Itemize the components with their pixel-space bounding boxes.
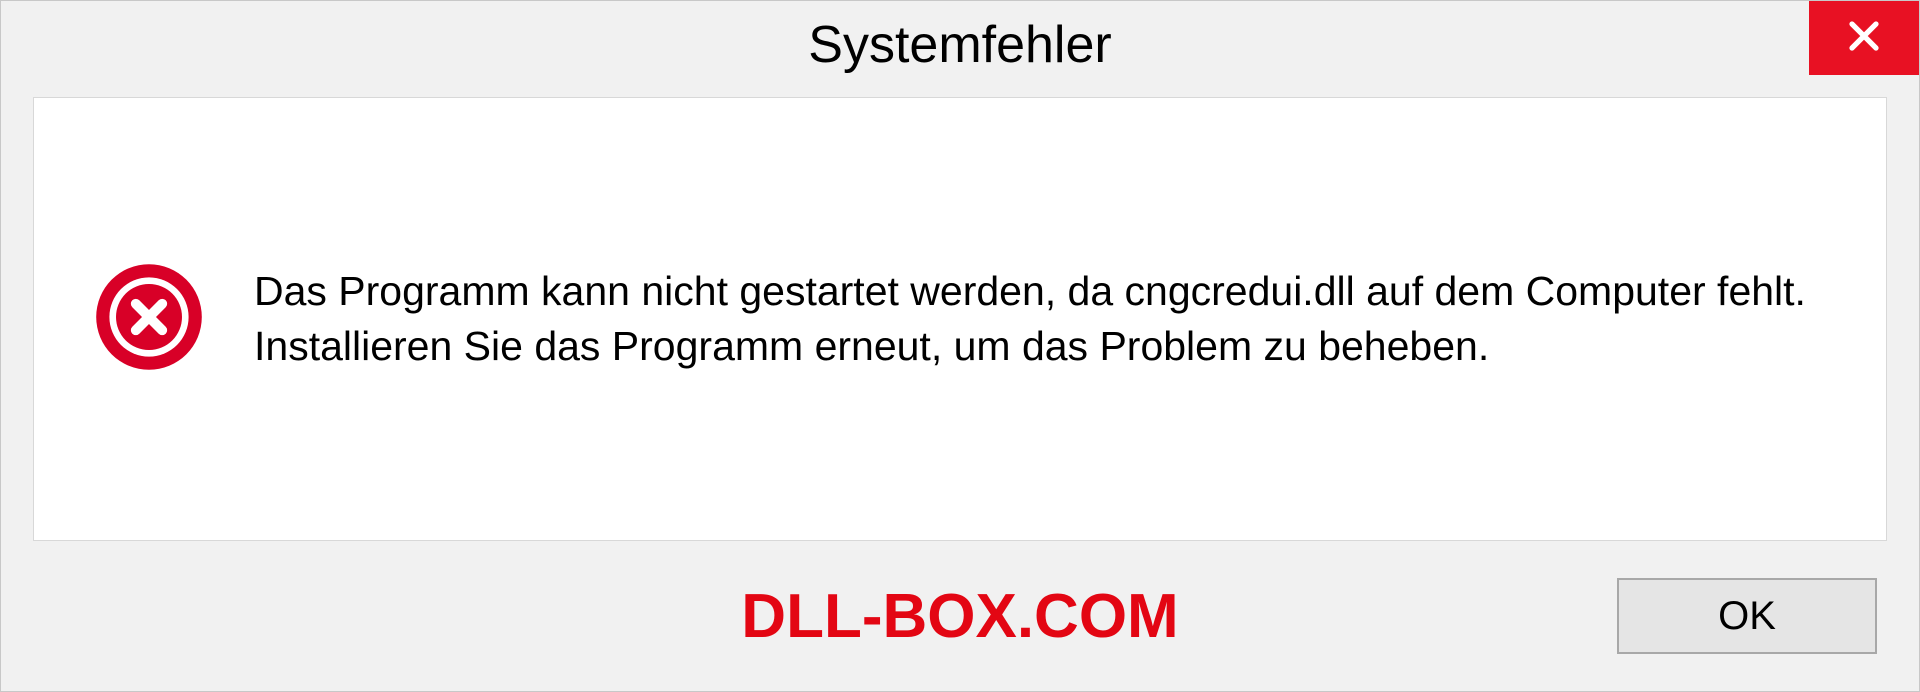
titlebar: Systemfehler xyxy=(1,1,1919,89)
close-icon xyxy=(1846,18,1882,59)
error-message: Das Programm kann nicht gestartet werden… xyxy=(254,264,1826,375)
ok-button[interactable]: OK xyxy=(1617,578,1877,654)
error-dialog: Systemfehler Das Programm kann nicht ges… xyxy=(0,0,1920,692)
dialog-title: Systemfehler xyxy=(808,15,1111,75)
close-button[interactable] xyxy=(1809,1,1919,75)
error-icon xyxy=(94,262,204,377)
content-panel: Das Programm kann nicht gestartet werden… xyxy=(33,97,1887,541)
watermark-text: DLL-BOX.COM xyxy=(741,581,1178,652)
dialog-footer: DLL-BOX.COM OK xyxy=(1,541,1919,691)
